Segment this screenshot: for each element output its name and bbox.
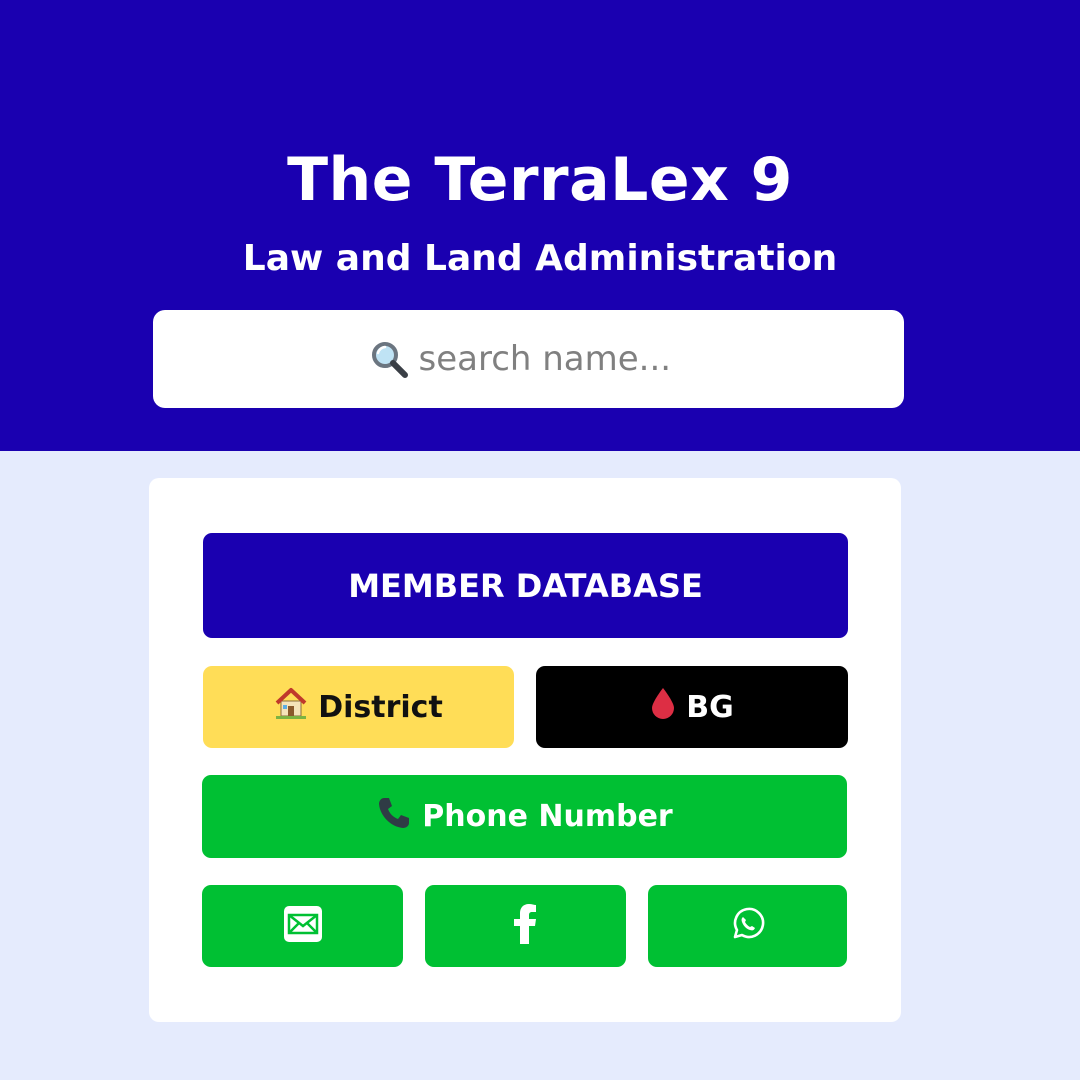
whatsapp-button[interactable] [648,885,847,967]
district-button[interactable]: District [203,666,514,748]
member-database-button[interactable]: MEMBER DATABASE [203,533,848,638]
facebook-icon [513,904,538,948]
district-label: District [318,689,443,725]
telephone-icon [376,795,412,839]
blood-group-button[interactable]: BG [536,666,848,748]
phone-number-button[interactable]: Phone Number [202,775,847,858]
search-input[interactable] [418,339,689,379]
page-subtitle: Law and Land Administration [242,238,838,279]
member-database-label: MEMBER DATABASE [348,566,703,605]
search-icon [369,339,409,379]
blood-drop-icon [650,686,676,728]
blood-group-label: BG [686,689,734,725]
email-icon [283,905,323,947]
house-icon [274,686,308,728]
email-button[interactable] [202,885,403,967]
facebook-button[interactable] [425,885,626,967]
search-bar[interactable] [153,310,904,408]
whatsapp-icon [731,907,765,945]
phone-number-label: Phone Number [422,799,673,834]
page-title: The TerraLex 9 [287,145,793,215]
